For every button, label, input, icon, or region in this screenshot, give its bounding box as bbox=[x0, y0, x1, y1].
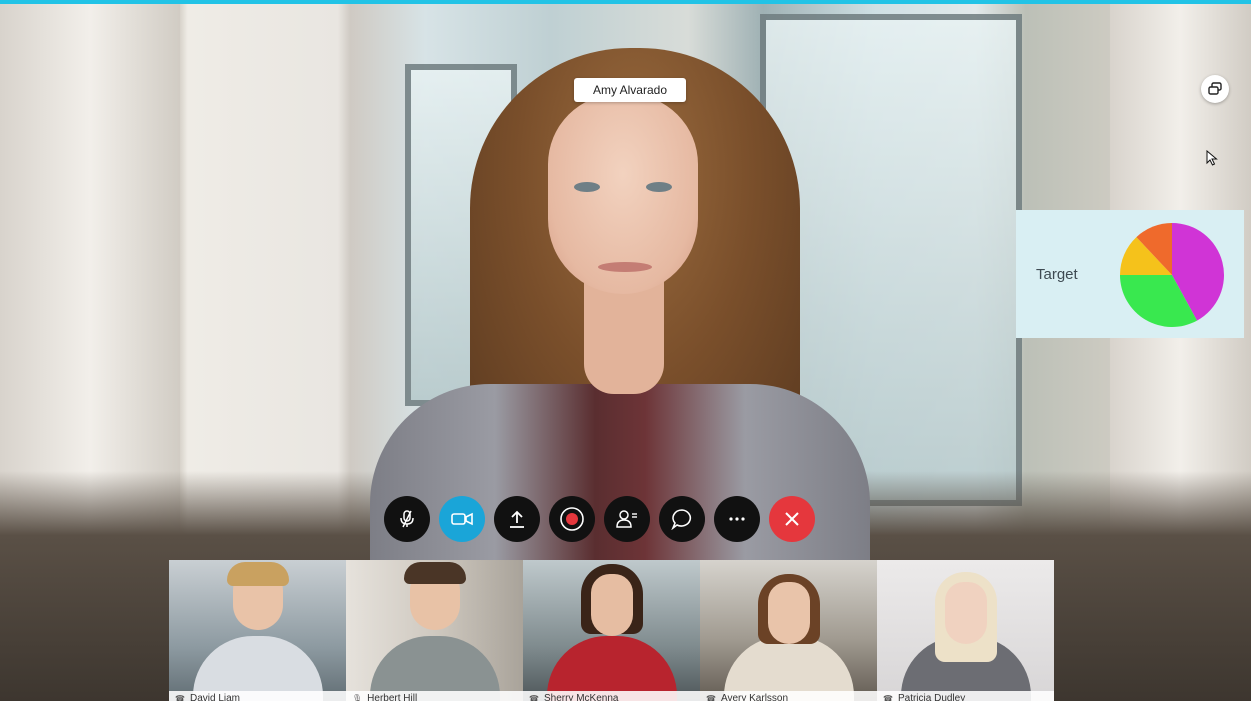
participants-button[interactable] bbox=[604, 496, 650, 542]
phone-icon: ☎ bbox=[706, 693, 716, 701]
video-camera-icon bbox=[451, 512, 473, 526]
mute-button[interactable] bbox=[384, 496, 430, 542]
participant-face bbox=[945, 582, 987, 644]
pie-chart bbox=[1120, 223, 1224, 327]
participant-hair bbox=[227, 562, 289, 586]
chat-icon bbox=[671, 509, 692, 530]
more-icon bbox=[729, 517, 745, 521]
participant-tile[interactable]: ☎ Patricia Dudley bbox=[877, 560, 1054, 701]
active-speaker-name: Amy Alvarado bbox=[574, 78, 686, 102]
participant-tile[interactable]: ☎ David Liam bbox=[169, 560, 346, 701]
phone-icon: ☎ bbox=[175, 693, 185, 701]
shared-content-panel[interactable]: Target bbox=[1016, 210, 1244, 338]
record-icon bbox=[560, 507, 584, 531]
phone-icon: ☎ bbox=[883, 693, 893, 701]
participant-name: Patricia Dudley bbox=[897, 692, 966, 701]
share-upload-icon bbox=[510, 510, 524, 528]
participant-hair bbox=[404, 562, 466, 584]
chart-label: Target bbox=[1036, 266, 1078, 283]
chat-button[interactable] bbox=[659, 496, 705, 542]
participant-name-bar: ☎ Avery Karlsson bbox=[700, 691, 877, 701]
speaker-eye bbox=[574, 182, 600, 192]
video-button[interactable] bbox=[439, 496, 485, 542]
participant-tile[interactable]: ☎ Avery Karlsson bbox=[700, 560, 877, 701]
participant-name-bar: 🎙 Herbert Hill bbox=[346, 691, 523, 701]
mic-icon: 🎙 bbox=[352, 693, 363, 701]
speaker-mouth bbox=[598, 262, 652, 272]
participant-name: Avery Karlsson bbox=[720, 692, 789, 701]
record-button[interactable] bbox=[549, 496, 595, 542]
participant-tile[interactable]: ☎ Sherry McKenna bbox=[523, 560, 700, 701]
speaker-body bbox=[370, 384, 870, 584]
participant-name-bar: ☎ Patricia Dudley bbox=[877, 691, 1054, 701]
phone-icon: ☎ bbox=[529, 693, 539, 701]
speaker-eye bbox=[646, 182, 672, 192]
end-call-icon bbox=[785, 512, 799, 526]
layout-switch-icon bbox=[1208, 82, 1222, 95]
participant-face bbox=[768, 582, 810, 644]
more-options-button[interactable] bbox=[714, 496, 760, 542]
video-call-window: Amy Alvarado Target ☎ David Liam 🎙 Herbe… bbox=[0, 0, 1251, 701]
participant-name: Herbert Hill bbox=[367, 692, 418, 701]
mouse-cursor-icon bbox=[1206, 150, 1218, 166]
participant-name: David Liam bbox=[189, 692, 240, 701]
participants-icon bbox=[616, 510, 637, 528]
participant-face bbox=[591, 574, 633, 636]
layout-switch-button[interactable] bbox=[1201, 75, 1229, 103]
share-button[interactable] bbox=[494, 496, 540, 542]
mic-muted-icon bbox=[400, 510, 414, 528]
participant-name-bar: ☎ David Liam bbox=[169, 691, 346, 701]
participant-name: Sherry McKenna bbox=[543, 692, 619, 701]
end-call-button[interactable] bbox=[769, 496, 815, 542]
participant-tile[interactable]: 🎙 Herbert Hill bbox=[346, 560, 523, 701]
call-controls-bar bbox=[384, 496, 815, 542]
participant-strip: ☎ David Liam 🎙 Herbert Hill ☎ Sherry McK… bbox=[169, 560, 1054, 701]
participant-name-bar: ☎ Sherry McKenna bbox=[523, 691, 700, 701]
